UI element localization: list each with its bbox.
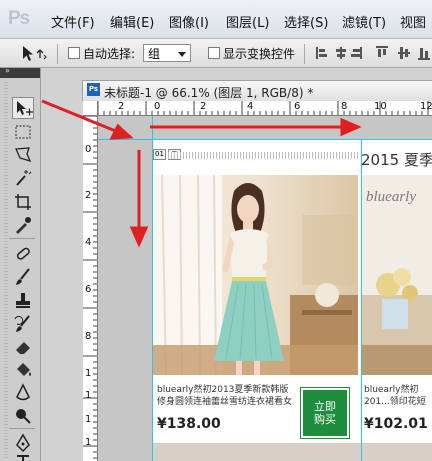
red-arrow-head (129, 226, 149, 248)
red-arrow-head (340, 117, 362, 137)
annotation-arrows (41, 99, 362, 248)
red-arrow (41, 99, 119, 134)
red-arrow-head (109, 123, 134, 140)
